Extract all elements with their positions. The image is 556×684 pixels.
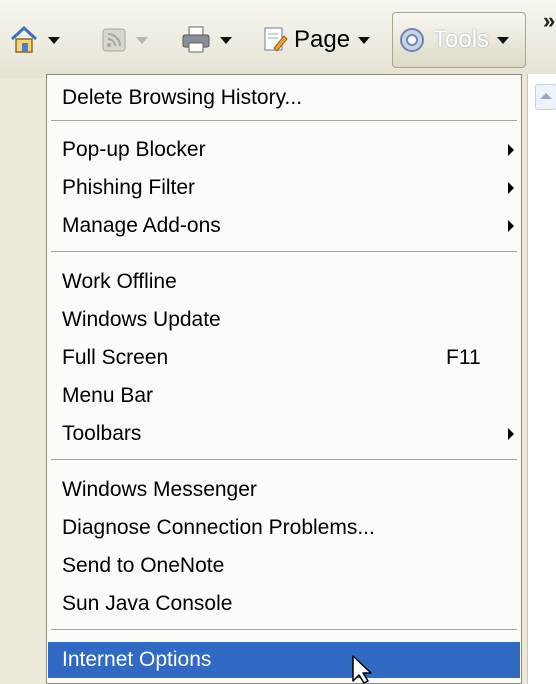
submenu-arrow-icon — [508, 182, 514, 194]
menu-item-label: Diagnose Connection Problems... — [62, 516, 375, 539]
menu-item-label: Delete Browsing History... — [62, 86, 303, 109]
feeds-icon — [102, 28, 126, 52]
gear-icon — [400, 28, 424, 52]
menu-item-label: Pop-up Blocker — [62, 138, 206, 161]
menu-item-shortcut: F11 — [446, 346, 481, 369]
mouse-cursor-icon — [352, 655, 372, 684]
menu-item-label: Sun Java Console — [62, 592, 233, 615]
menu-item-menu-bar[interactable]: Menu Bar — [48, 379, 520, 413]
ie-window: Page Tools » Delete Browsing History... … — [0, 0, 556, 684]
menu-item-delete-browsing-history[interactable]: Delete Browsing History... — [48, 81, 520, 115]
feeds-dropdown-icon[interactable] — [136, 36, 148, 44]
menu-item-label: Manage Add-ons — [62, 214, 221, 237]
feeds-button[interactable] — [100, 14, 172, 66]
menu-separator — [51, 251, 517, 253]
menu-item-diagnose-connection-problems[interactable]: Diagnose Connection Problems... — [48, 511, 520, 545]
scroll-up-button[interactable] — [535, 84, 556, 110]
menu-item-label: Phishing Filter — [62, 176, 196, 199]
menu-item-work-offline[interactable]: Work Offline — [48, 265, 520, 299]
tools-menu: Delete Browsing History... Pop-up Blocke… — [46, 74, 522, 684]
menu-item-full-screen[interactable]: Full Screen F11 — [48, 341, 520, 375]
submenu-arrow-icon — [508, 220, 514, 232]
menu-item-windows-messenger[interactable]: Windows Messenger — [48, 473, 520, 507]
print-button[interactable] — [180, 14, 258, 66]
menu-item-label: Send to OneNote — [62, 554, 225, 577]
tools-menu-label: Tools — [433, 26, 490, 53]
home-dropdown-icon[interactable] — [48, 36, 60, 44]
menu-item-label: Windows Messenger — [62, 478, 257, 501]
menu-item-label: Internet Options — [62, 648, 212, 671]
menu-item-internet-options[interactable]: Internet Options — [48, 642, 520, 678]
menu-item-phishing-filter[interactable]: Phishing Filter — [48, 171, 520, 205]
page-icon — [264, 27, 288, 52]
tools-menu-button[interactable]: Tools — [392, 12, 526, 68]
page-content-area — [527, 74, 556, 684]
menu-item-popup-blocker[interactable]: Pop-up Blocker — [48, 133, 520, 167]
menu-separator — [51, 459, 517, 461]
menu-item-toolbars[interactable]: Toolbars — [48, 417, 520, 451]
menu-item-label: Toolbars — [62, 422, 142, 445]
print-icon — [182, 26, 210, 53]
menu-item-label: Work Offline — [62, 270, 177, 293]
menu-item-label: Windows Update — [62, 308, 221, 331]
command-bar: Page Tools » — [0, 0, 556, 78]
home-icon — [10, 25, 38, 53]
menu-item-windows-update[interactable]: Windows Update — [48, 303, 520, 337]
tools-dropdown-icon[interactable] — [497, 36, 510, 44]
page-dropdown-icon[interactable] — [358, 36, 371, 44]
submenu-arrow-icon — [508, 428, 514, 440]
page-menu-label: Page — [294, 26, 351, 53]
menu-item-send-to-onenote[interactable]: Send to OneNote — [48, 549, 520, 583]
home-button[interactable] — [8, 14, 98, 66]
submenu-arrow-icon — [508, 144, 514, 156]
print-dropdown-icon[interactable] — [220, 36, 232, 44]
page-menu-button[interactable]: Page — [262, 14, 384, 66]
menu-item-label: Menu Bar — [62, 384, 154, 407]
menu-item-sun-java-console[interactable]: Sun Java Console — [48, 587, 520, 621]
menu-separator — [51, 120, 517, 122]
toolbar-overflow-chevron[interactable]: » — [543, 8, 555, 34]
menu-item-manage-add-ons[interactable]: Manage Add-ons — [48, 209, 520, 243]
menu-item-label: Full Screen — [62, 346, 169, 369]
menu-separator — [51, 629, 517, 631]
